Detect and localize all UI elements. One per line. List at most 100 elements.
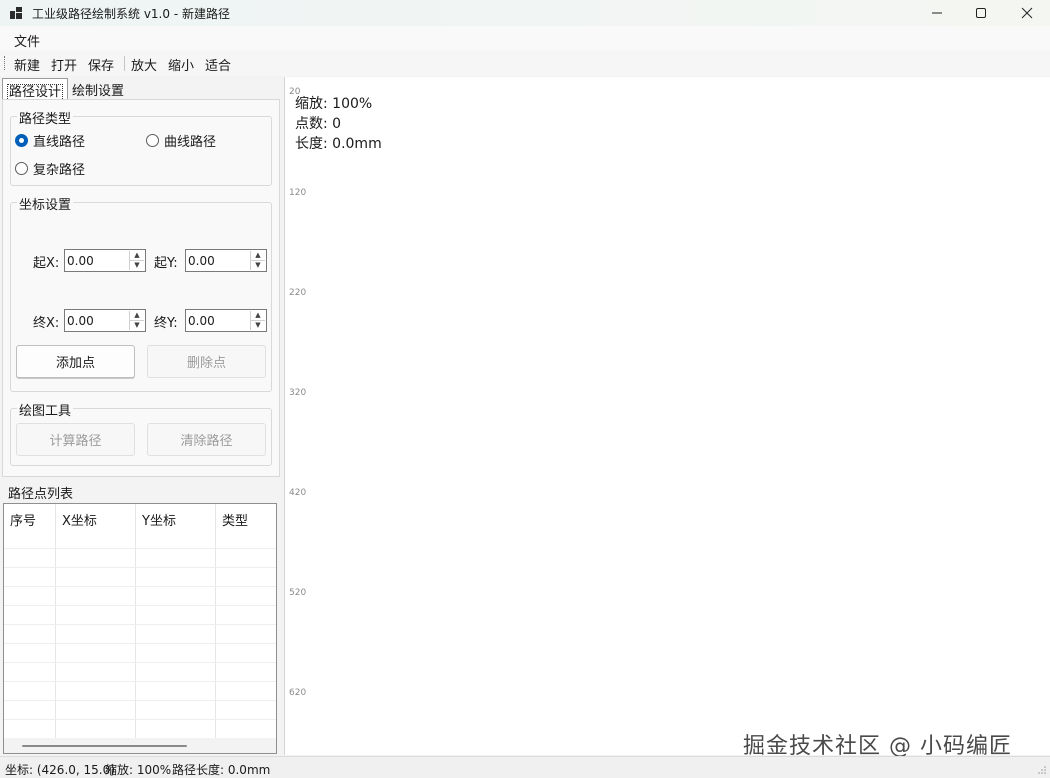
column-y[interactable]: Y坐标 bbox=[136, 504, 216, 739]
radio-unchecked-icon bbox=[146, 134, 159, 147]
table-row-line bbox=[4, 548, 276, 549]
horizontal-scrollbar[interactable] bbox=[4, 738, 276, 753]
table-row-line bbox=[4, 643, 276, 644]
calculate-path-button[interactable]: 计算路径 bbox=[16, 423, 135, 456]
delete-point-button[interactable]: 删除点 bbox=[147, 345, 266, 378]
y-tick-label: 620 bbox=[289, 688, 307, 698]
minimize-button[interactable] bbox=[914, 0, 960, 26]
zoom-info: 缩放: 100% bbox=[295, 96, 373, 112]
drawing-tools-title: 绘图工具 bbox=[17, 400, 74, 419]
tab-page-path-design: 路径类型 直线路径 曲线路径 复杂路径 坐标设置 起X: ▲ ▼ 起Y: bbox=[2, 99, 280, 477]
maximize-icon bbox=[976, 8, 986, 18]
fit-button[interactable]: 适合 bbox=[205, 55, 231, 74]
arrow-down-icon[interactable]: ▼ bbox=[251, 320, 265, 330]
resize-grip-icon[interactable] bbox=[1037, 765, 1047, 775]
add-point-button[interactable]: 添加点 bbox=[16, 345, 135, 378]
end-x-label: 终X: bbox=[33, 316, 60, 331]
radio-checked-icon bbox=[15, 134, 28, 147]
arrow-up-icon[interactable]: ▲ bbox=[130, 251, 144, 260]
end-x-spinner[interactable]: ▲ ▼ bbox=[64, 309, 146, 332]
tab-strip: 路径设计 绘制设置 bbox=[0, 78, 284, 101]
end-y-input[interactable] bbox=[188, 311, 250, 330]
point-list-view[interactable]: 序号 X坐标 Y坐标 类型 bbox=[3, 503, 277, 754]
status-bar: 坐标: (426.0, 15.0) 缩放: 100% 路径长度: 0.0mm bbox=[0, 756, 1050, 778]
status-coord: 坐标: (426.0, 15.0) bbox=[5, 763, 115, 777]
app-icon bbox=[10, 7, 22, 19]
column-header-label: Y坐标 bbox=[142, 514, 176, 529]
scrollbar-thumb[interactable] bbox=[22, 745, 187, 747]
spinner-arrows[interactable]: ▲ ▼ bbox=[129, 251, 144, 270]
column-x[interactable]: X坐标 bbox=[56, 504, 136, 739]
column-header-label: 类型 bbox=[222, 514, 249, 529]
column-header-label: 序号 bbox=[10, 514, 37, 529]
arrow-down-icon[interactable]: ▼ bbox=[130, 320, 144, 330]
table-row-line bbox=[4, 681, 276, 682]
y-tick-label: 420 bbox=[289, 488, 307, 498]
table-row-line bbox=[4, 624, 276, 625]
new-button[interactable]: 新建 bbox=[14, 55, 40, 74]
table-row-line bbox=[4, 586, 276, 587]
arrow-up-icon[interactable]: ▲ bbox=[130, 311, 144, 320]
y-tick-label: 320 bbox=[289, 388, 307, 398]
column-header-label: X坐标 bbox=[62, 514, 97, 529]
radio-unchecked-icon bbox=[15, 162, 28, 175]
close-icon bbox=[1021, 7, 1033, 19]
start-y-label: 起Y: bbox=[154, 256, 178, 271]
spinner-arrows[interactable]: ▲ ▼ bbox=[250, 311, 265, 330]
table-row-line bbox=[4, 605, 276, 606]
start-y-input[interactable] bbox=[188, 251, 250, 270]
y-tick-label: 120 bbox=[289, 188, 307, 198]
table-row-line bbox=[4, 719, 276, 720]
zoom-in-button[interactable]: 放大 bbox=[131, 55, 157, 74]
start-x-input[interactable] bbox=[67, 251, 129, 270]
column-type[interactable]: 类型 bbox=[216, 504, 276, 739]
arrow-up-icon[interactable]: ▲ bbox=[251, 251, 265, 260]
radio-label: 直线路径 bbox=[33, 135, 86, 150]
save-button[interactable]: 保存 bbox=[88, 55, 114, 74]
coord-settings-group: 坐标设置 起X: ▲ ▼ 起Y: ▲ ▼ 终X: ▲ ▼ 终Y: bbox=[10, 194, 272, 392]
arrow-up-icon[interactable]: ▲ bbox=[251, 311, 265, 320]
window-title: 工业级路径绘制系统 v1.0 - 新建路径 bbox=[32, 7, 230, 21]
end-y-label: 终Y: bbox=[154, 316, 178, 331]
toolbar-separator bbox=[124, 56, 125, 71]
radio-complex-path[interactable]: 复杂路径 bbox=[15, 159, 85, 178]
spinner-arrows[interactable]: ▲ ▼ bbox=[129, 311, 144, 330]
tab-path-design[interactable]: 路径设计 bbox=[2, 78, 69, 101]
minimize-icon bbox=[932, 12, 942, 14]
y-tick-label: 520 bbox=[289, 588, 307, 598]
open-button[interactable]: 打开 bbox=[51, 55, 77, 74]
radio-line-path[interactable]: 直线路径 bbox=[15, 131, 85, 150]
spinner-arrows[interactable]: ▲ ▼ bbox=[250, 251, 265, 270]
tab-draw-settings[interactable]: 绘制设置 bbox=[68, 78, 128, 99]
menu-bar: 文件 bbox=[0, 26, 1050, 50]
start-y-spinner[interactable]: ▲ ▼ bbox=[185, 249, 267, 272]
point-list-title: 路径点列表 bbox=[8, 487, 74, 502]
radio-curve-path[interactable]: 曲线路径 bbox=[146, 131, 216, 150]
start-x-spinner[interactable]: ▲ ▼ bbox=[64, 249, 146, 272]
arrow-down-icon[interactable]: ▼ bbox=[251, 260, 265, 270]
zoom-out-button[interactable]: 缩小 bbox=[168, 55, 194, 74]
status-zoom: 缩放: 100% bbox=[105, 763, 172, 777]
table-row-line bbox=[4, 662, 276, 663]
menu-file[interactable]: 文件 bbox=[14, 31, 40, 50]
toolbar-grip[interactable] bbox=[4, 56, 6, 70]
coord-settings-title: 坐标设置 bbox=[17, 194, 74, 213]
drawing-tools-group: 绘图工具 计算路径 清除路径 bbox=[10, 400, 272, 466]
clear-path-button[interactable]: 清除路径 bbox=[147, 423, 266, 456]
y-tick-label: 220 bbox=[289, 288, 307, 298]
drawing-canvas[interactable]: 20 120 220 320 420 520 620 缩放: 100% 点数: … bbox=[284, 77, 1050, 759]
toolbar: 新建 打开 保存 放大 缩小 适合 bbox=[0, 50, 1050, 76]
arrow-down-icon[interactable]: ▼ bbox=[130, 260, 144, 270]
end-y-spinner[interactable]: ▲ ▼ bbox=[185, 309, 267, 332]
end-x-input[interactable] bbox=[67, 311, 129, 330]
path-type-title: 路径类型 bbox=[17, 108, 74, 127]
column-index[interactable]: 序号 bbox=[4, 504, 56, 739]
table-row-line bbox=[4, 700, 276, 701]
status-length: 路径长度: 0.0mm bbox=[172, 763, 271, 777]
title-bar: 工业级路径绘制系统 v1.0 - 新建路径 bbox=[0, 0, 1050, 26]
maximize-button[interactable] bbox=[958, 0, 1004, 26]
close-button[interactable] bbox=[1004, 0, 1050, 26]
radio-label: 复杂路径 bbox=[33, 163, 86, 178]
path-type-group: 路径类型 直线路径 曲线路径 复杂路径 bbox=[10, 108, 272, 186]
radio-label: 曲线路径 bbox=[164, 135, 217, 150]
